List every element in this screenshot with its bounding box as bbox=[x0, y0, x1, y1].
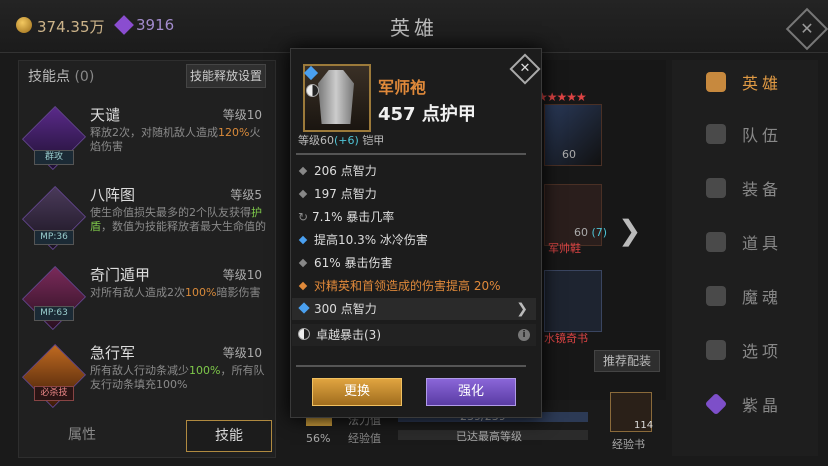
diamond-bullet-icon bbox=[298, 166, 308, 176]
nav-team[interactable]: 队伍 bbox=[690, 116, 800, 152]
nav-soul[interactable]: 魔魂 bbox=[690, 278, 800, 314]
page-title: 英雄 bbox=[390, 16, 438, 40]
stat-line: ↻ 7.1% 暴击几率 bbox=[298, 206, 394, 228]
left-tabs: 属性 技能 bbox=[22, 416, 272, 454]
skill-level: 等级10 bbox=[222, 268, 262, 282]
info-icon[interactable]: i bbox=[518, 329, 530, 341]
divider bbox=[296, 365, 526, 367]
skill-release-settings-button[interactable]: 技能释放设置 bbox=[186, 64, 266, 88]
exp-label: 经验值 bbox=[348, 432, 381, 445]
exp-book-count: 114 bbox=[634, 420, 654, 431]
equip-slot-name: 水镜奇书 bbox=[544, 332, 588, 345]
next-arrow-icon[interactable]: ❯ bbox=[618, 214, 641, 247]
skill-desc: 所有敌人行动条减少100%，所有队友行动条填充100% bbox=[90, 364, 265, 391]
skill-row[interactable]: 八阵图 等级5 使生命值损失最多的2个队友获得护盾，数值为技能释放者最大生命值的… bbox=[22, 184, 268, 264]
item-level: 等级60(+6) 铠甲 bbox=[298, 134, 385, 147]
stat-line: 197 点智力 bbox=[298, 183, 377, 205]
skill-tag: MP:36 bbox=[34, 230, 74, 245]
stat-line: 61% 暴击伤害 bbox=[298, 252, 393, 274]
equip-slot-name: 军帅鞋 bbox=[548, 242, 581, 255]
exp-value: 已达最高等级 bbox=[456, 430, 522, 443]
diamond-bullet-icon bbox=[298, 258, 308, 268]
bag-icon bbox=[706, 232, 726, 252]
skill-level: 等级5 bbox=[230, 188, 262, 202]
set-bonus-row: 卓越暴击(3) i bbox=[292, 324, 536, 346]
chevron-right-icon: ❯ bbox=[516, 301, 528, 317]
exp-percent: 56% bbox=[306, 432, 331, 445]
gem-amount: 3916 bbox=[136, 16, 175, 34]
skill-name: 奇门遁甲 bbox=[90, 266, 151, 284]
robe-icon bbox=[318, 70, 354, 124]
skill-desc: 释放2次，对随机敌人造成120%火焰伤害 bbox=[90, 126, 261, 153]
replace-button[interactable]: 更换 bbox=[312, 378, 402, 406]
skill-tag: 群攻 bbox=[34, 150, 74, 165]
skill-tag: 必杀技 bbox=[34, 386, 74, 401]
gear-icon bbox=[706, 340, 726, 360]
hero-icon bbox=[706, 72, 726, 92]
equip-slot-book[interactable] bbox=[544, 270, 602, 332]
gem-socket-row[interactable]: 300 点智力 ❯ bbox=[292, 298, 536, 320]
skill-row[interactable]: 奇门遁甲 等级10 对所有敌人造成2次100%暗影伤害 MP:63 bbox=[22, 264, 268, 344]
skill-tag: MP:63 bbox=[34, 306, 74, 321]
yin-yang-icon bbox=[298, 328, 310, 340]
equip-slot-level: 60 (7) bbox=[574, 226, 608, 239]
skill-name: 八阵图 bbox=[90, 186, 136, 204]
skill-level: 等级10 bbox=[222, 108, 262, 122]
skill-name: 急行军 bbox=[90, 344, 136, 362]
skill-points-count: (0) bbox=[74, 69, 95, 85]
skill-name: 天谴 bbox=[90, 106, 121, 124]
gold-coin-icon bbox=[16, 17, 32, 33]
blue-diamond-icon bbox=[298, 235, 308, 245]
nav-items[interactable]: 道具 bbox=[690, 224, 800, 260]
yin-yang-icon bbox=[306, 84, 319, 97]
equip-slot-level: 60 bbox=[562, 148, 576, 161]
divider bbox=[296, 153, 526, 155]
orange-diamond-icon bbox=[298, 281, 308, 291]
flag-icon bbox=[706, 124, 726, 144]
skill-level: 等级10 bbox=[222, 346, 262, 360]
stat-line: 206 点智力 bbox=[298, 160, 377, 182]
amethyst-icon bbox=[704, 392, 728, 416]
stat-line-legendary: 对精英和首领造成的伤害提高 20% bbox=[298, 275, 501, 297]
close-icon: ✕ bbox=[800, 19, 814, 38]
tab-skills[interactable]: 技能 bbox=[186, 420, 272, 452]
nav-equipment[interactable]: 装备 bbox=[690, 170, 800, 206]
enhance-button[interactable]: 强化 bbox=[426, 378, 516, 406]
gold-amount: 374.35万 bbox=[37, 18, 105, 36]
stat-line: 提高10.3% 冰冷伤害 bbox=[298, 229, 428, 251]
item-armor: 457 点护甲 bbox=[378, 104, 476, 125]
helmet-icon bbox=[706, 178, 726, 198]
skill-points-label: 技能点 (0) bbox=[28, 69, 95, 85]
skill-row[interactable]: 急行军 等级10 所有敌人行动条减少100%，所有队友行动条填充100% 必杀技 bbox=[22, 342, 268, 422]
skill-row[interactable]: 天谴 等级10 释放2次，对随机敌人造成120%火焰伤害 群攻 bbox=[22, 104, 268, 184]
close-icon: ✕ bbox=[519, 61, 531, 76]
skill-desc: 对所有敌人造成2次100%暗影伤害 bbox=[90, 286, 261, 299]
blue-gem-icon bbox=[298, 302, 310, 314]
recommend-loadout-button[interactable]: 推荐配装 bbox=[594, 350, 660, 372]
exp-book-label: 经验书 bbox=[612, 438, 645, 451]
nav-amethyst[interactable]: 紫晶 bbox=[690, 386, 800, 422]
diamond-bullet-icon bbox=[298, 189, 308, 199]
nav-options[interactable]: 选项 bbox=[690, 332, 800, 368]
rating-stars: ★★★★★ bbox=[537, 90, 587, 104]
item-name: 军师袍 bbox=[378, 78, 427, 97]
tab-attributes[interactable]: 属性 bbox=[22, 420, 142, 450]
crit-icon: ↻ bbox=[298, 210, 309, 224]
nav-hero[interactable]: 英雄 bbox=[690, 64, 800, 100]
skill-desc: 使生命值损失最多的2个队友获得护盾，数值为技能释放者最大生命值的 bbox=[90, 206, 266, 233]
flame-icon bbox=[706, 286, 726, 306]
